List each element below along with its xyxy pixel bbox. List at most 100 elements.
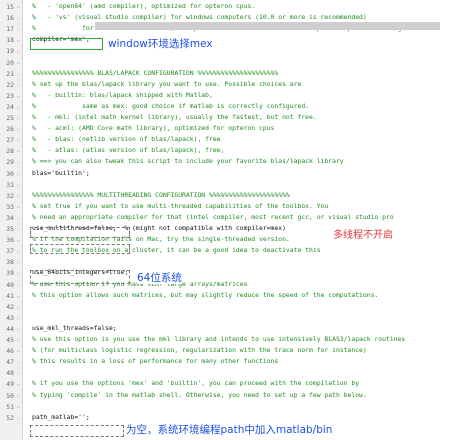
line-number: 42 xyxy=(6,302,14,311)
code-line[interactable]: %%%%%%%%%%%%%%%% BLAS/LAPACK CONFIGURATI… xyxy=(32,69,278,78)
code-line[interactable]: % - atlas: (atlas version of blas/lapack… xyxy=(32,146,224,155)
line-number: 31 xyxy=(6,180,14,189)
code-line[interactable]: %%%%%%%%%%%%%%%% MULTITHREADING CONFIGUR… xyxy=(32,191,290,200)
breakpoint-marker[interactable]: - xyxy=(16,3,21,11)
code-line[interactable]: % ==> you can also tweak this script to … xyxy=(32,157,344,166)
code-line[interactable]: % - 'open64' (amd compiler), optimized f… xyxy=(32,2,255,11)
line-number: 19 xyxy=(6,47,14,56)
line-number: 50 xyxy=(6,391,14,400)
line-number: 34 xyxy=(6,213,14,222)
code-line[interactable]: % this results in a loss of performance … xyxy=(32,357,278,366)
breakpoint-marker[interactable]: - xyxy=(16,292,21,300)
line-number: 48 xyxy=(6,369,14,378)
breakpoint-marker[interactable]: - xyxy=(16,258,21,266)
code-line[interactable]: % same as mex: good choice if matlab is … xyxy=(32,102,309,111)
breakpoint-marker[interactable]: - xyxy=(16,347,21,355)
line-number: 29 xyxy=(6,158,14,167)
line-number: 21 xyxy=(6,69,14,78)
code-line[interactable]: % typing 'compile' in the matlab shell. … xyxy=(32,391,367,400)
compiler-annotation: window环境选择mex xyxy=(108,38,213,50)
breakpoint-marker[interactable]: - xyxy=(16,125,21,133)
line-number: 45 xyxy=(6,336,14,344)
bits64-highlight-box xyxy=(30,270,130,284)
bits64-annotation: 64位系统 xyxy=(137,272,182,284)
breakpoint-marker[interactable]: - xyxy=(16,225,21,233)
code-line[interactable]: % - acml: (AMD Core math library), optim… xyxy=(32,124,274,133)
breakpoint-marker[interactable]: - xyxy=(16,281,21,289)
line-number: 39 xyxy=(6,269,14,278)
line-number: 27 xyxy=(6,136,14,145)
code-line[interactable]: % need an appropriate compiler for that … xyxy=(32,213,394,222)
breakpoint-marker[interactable]: - xyxy=(16,247,21,255)
line-number: 22 xyxy=(6,80,14,89)
code-line[interactable]: % - 'vs' (visual studio compiler) for wi… xyxy=(32,13,367,22)
multithread-note-box xyxy=(30,244,130,254)
code-line[interactable]: % - blas: (netlib version of blas/lapack… xyxy=(32,135,221,144)
path-highlight-box xyxy=(30,425,124,437)
code-line[interactable]: % - mkl: (intel math kernel library), us… xyxy=(32,113,317,122)
line-number: 28 xyxy=(6,147,14,156)
code-line[interactable]: % - builtin: blas/lapack shipped with Ma… xyxy=(32,91,213,100)
code-line[interactable]: use_mkl_threads=false; xyxy=(32,324,117,333)
line-number: 24 xyxy=(6,102,14,111)
compiler-highlight-box xyxy=(30,38,103,50)
breakpoint-marker[interactable]: - xyxy=(16,47,21,55)
breakpoint-marker[interactable]: - xyxy=(16,103,21,111)
breakpoint-marker[interactable]: - xyxy=(16,303,21,311)
breakpoint-marker[interactable]: - xyxy=(16,336,21,344)
breakpoint-marker[interactable]: - xyxy=(16,380,21,388)
breakpoint-marker[interactable]: - xyxy=(16,369,21,377)
breakpoint-marker[interactable]: - xyxy=(16,81,21,89)
line-number: 46 xyxy=(6,347,14,356)
breakpoint-marker[interactable]: - xyxy=(16,59,21,67)
breakpoint-marker[interactable]: - xyxy=(16,392,21,400)
line-number: 16 xyxy=(6,14,14,23)
code-line[interactable]: % use this option is you use the mkl lib… xyxy=(32,335,405,344)
line-number: 47 xyxy=(6,358,14,367)
multithread-highlight-box xyxy=(30,227,130,238)
breakpoint-marker[interactable]: - xyxy=(16,114,21,122)
code-line[interactable]: path_matlab=''; xyxy=(32,413,90,422)
line-number: 20 xyxy=(6,58,14,67)
breakpoint-marker[interactable]: - xyxy=(16,170,21,178)
line-number: 43 xyxy=(6,313,14,322)
line-number: 18 xyxy=(6,36,14,45)
line-number: 17 xyxy=(6,25,14,34)
code-line[interactable]: blas='builtin'; xyxy=(32,169,90,178)
breakpoint-marker[interactable]: - xyxy=(16,314,21,322)
obscured-text-block xyxy=(95,22,440,30)
breakpoint-marker[interactable]: - xyxy=(16,203,21,211)
line-number: 36 xyxy=(6,236,14,245)
breakpoint-marker[interactable]: - xyxy=(16,236,21,244)
breakpoint-marker[interactable]: - xyxy=(16,269,21,277)
breakpoint-marker[interactable]: - xyxy=(16,36,21,44)
breakpoint-marker[interactable]: - xyxy=(16,403,21,411)
line-number: 37 xyxy=(6,247,14,256)
breakpoint-marker[interactable]: - xyxy=(16,181,21,189)
breakpoint-marker[interactable]: - xyxy=(16,147,21,155)
breakpoint-marker[interactable]: - xyxy=(16,214,21,222)
line-number: 51 xyxy=(6,402,14,411)
breakpoint-marker[interactable]: - xyxy=(16,92,21,100)
multithread-annotation: 多线程不开启 xyxy=(333,230,393,242)
editor-window: 15-% - 'open64' (amd compiler), optimize… xyxy=(0,0,474,440)
breakpoint-marker[interactable]: - xyxy=(16,358,21,366)
code-line[interactable]: % set up the blas/lapack library you wan… xyxy=(32,80,301,89)
code-line[interactable]: % if you use the options 'mex' and 'buil… xyxy=(32,379,359,388)
line-number: 30 xyxy=(6,169,14,178)
code-line[interactable]: % set true if you want to use multi-thre… xyxy=(32,202,328,211)
code-line[interactable]: % (for multiclass logistic regression, r… xyxy=(32,346,367,355)
breakpoint-marker[interactable]: - xyxy=(16,136,21,144)
breakpoint-marker[interactable]: - xyxy=(16,414,21,422)
breakpoint-marker[interactable]: - xyxy=(16,14,21,22)
breakpoint-marker[interactable]: - xyxy=(16,70,21,78)
breakpoint-marker[interactable]: - xyxy=(16,158,21,166)
breakpoint-marker[interactable]: - xyxy=(16,25,21,33)
line-number: 40 xyxy=(6,280,14,289)
line-number: 49 xyxy=(6,380,14,389)
path-annotation: 为空，系统环境编程path中加入matlab/bin xyxy=(126,424,333,436)
line-number: 26 xyxy=(6,125,14,134)
code-line[interactable]: % this option allows such matrices, but … xyxy=(32,291,378,300)
breakpoint-marker[interactable]: - xyxy=(16,192,21,200)
breakpoint-marker[interactable]: - xyxy=(16,325,21,333)
